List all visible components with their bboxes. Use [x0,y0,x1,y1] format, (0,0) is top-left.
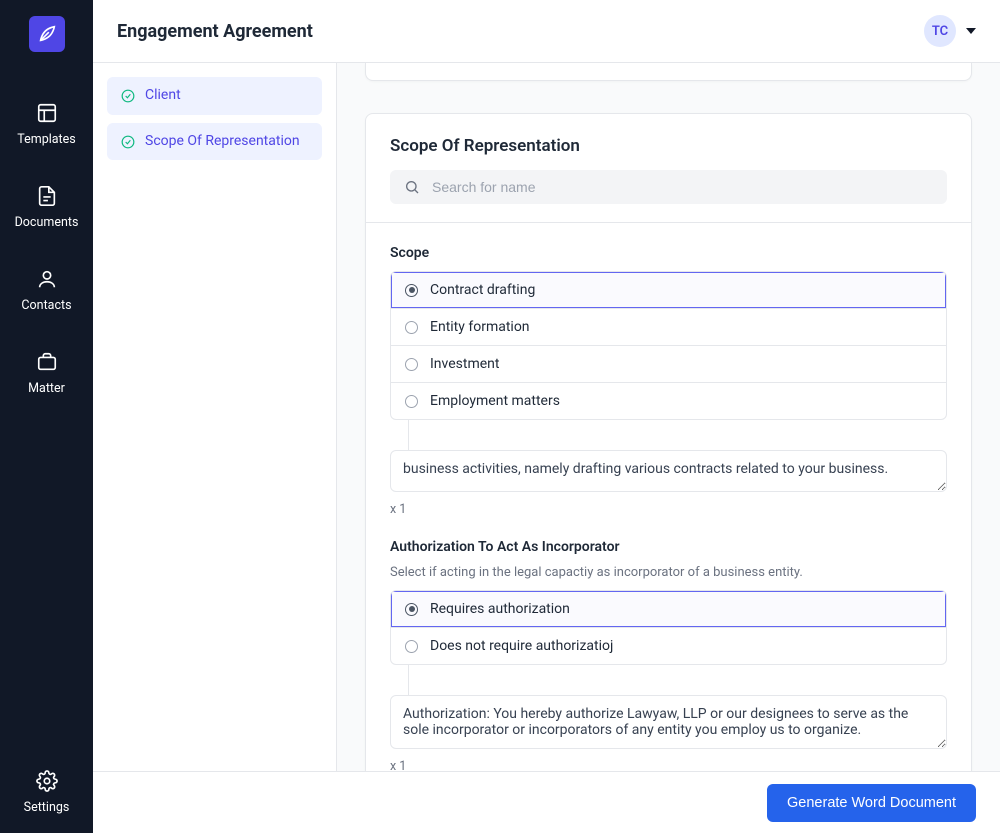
radio-icon [405,640,418,653]
card-title: Scope Of Representation [390,136,947,156]
scope-option-contract-drafting[interactable]: Contract drafting [391,272,946,309]
radio-icon [405,603,418,616]
radio-icon [405,395,418,408]
section-label: Scope Of Representation [145,133,300,151]
section-nav: Client Scope Of Representation [93,63,337,771]
app-logo[interactable] [29,16,65,52]
gear-icon [36,770,58,792]
card-body: Scope Contract drafting Entity formation… [366,223,971,771]
counter: x 1 [390,502,947,517]
feather-icon [36,23,58,45]
scope-note[interactable] [390,450,947,492]
authorization-options: Requires authorization Does not require … [390,590,947,665]
authorization-option-not-required[interactable]: Does not require authorizatioj [391,628,946,664]
user-menu[interactable]: TC [924,15,976,47]
radio-icon [405,358,418,371]
chevron-down-icon [966,28,976,34]
field-hint: Select if acting in the legal capactiy a… [390,565,947,580]
previous-card-edge [365,63,972,81]
scope-option-entity-formation[interactable]: Entity formation [391,309,946,346]
nav-documents[interactable]: Documents [0,175,93,258]
authorization-note[interactable] [390,695,947,749]
connector-line [408,665,409,695]
search-input[interactable] [432,179,933,195]
radio-icon [405,284,418,297]
check-circle-icon [121,135,135,149]
authorization-option-requires[interactable]: Requires authorization [391,591,946,628]
scope-option-employment[interactable]: Employment matters [391,383,946,419]
nav-label: Documents [15,215,79,230]
page-title: Engagement Agreement [117,21,313,42]
search-icon [404,179,420,195]
section-scope[interactable]: Scope Of Representation [107,123,322,161]
nav-templates[interactable]: Templates [0,92,93,175]
generate-word-document-button[interactable]: Generate Word Document [767,784,976,822]
body: Client Scope Of Representation Scope Of … [93,63,1000,771]
field-label: Scope [390,245,947,261]
nav-label: Matter [28,381,65,396]
main-area: Engagement Agreement TC Client Scope Of … [93,0,1000,833]
nav-settings[interactable]: Settings [0,760,93,833]
check-circle-icon [121,89,135,103]
scope-options: Contract drafting Entity formation Inves… [390,271,947,420]
radio-icon [405,321,418,334]
documents-icon [36,185,58,207]
nav-label: Contacts [21,298,71,313]
topbar: Engagement Agreement TC [93,0,1000,63]
footer: Generate Word Document [93,771,1000,833]
avatar: TC [924,15,956,47]
counter: x 1 [390,759,947,771]
nav-label: Templates [17,132,75,147]
section-client[interactable]: Client [107,77,322,115]
card-header: Scope Of Representation [366,114,971,223]
app-nav: Templates Documents Contacts Matter Sett… [0,0,93,833]
content-scroll[interactable]: Scope Of Representation Scope Contract d… [337,63,1000,771]
connector-line [408,420,409,450]
authorization-field: Authorization To Act As Incorporator Sel… [390,539,947,771]
search-field[interactable] [390,170,947,204]
nav-contacts[interactable]: Contacts [0,258,93,341]
scope-field: Scope Contract drafting Entity formation… [390,245,947,517]
section-label: Client [145,87,181,105]
matter-icon [36,351,58,373]
scope-option-investment[interactable]: Investment [391,346,946,383]
nav-label: Settings [24,800,70,815]
contacts-icon [36,268,58,290]
scope-card: Scope Of Representation Scope Contract d… [365,113,972,771]
templates-icon [36,102,58,124]
field-label: Authorization To Act As Incorporator [390,539,947,555]
nav-matter[interactable]: Matter [0,341,93,424]
